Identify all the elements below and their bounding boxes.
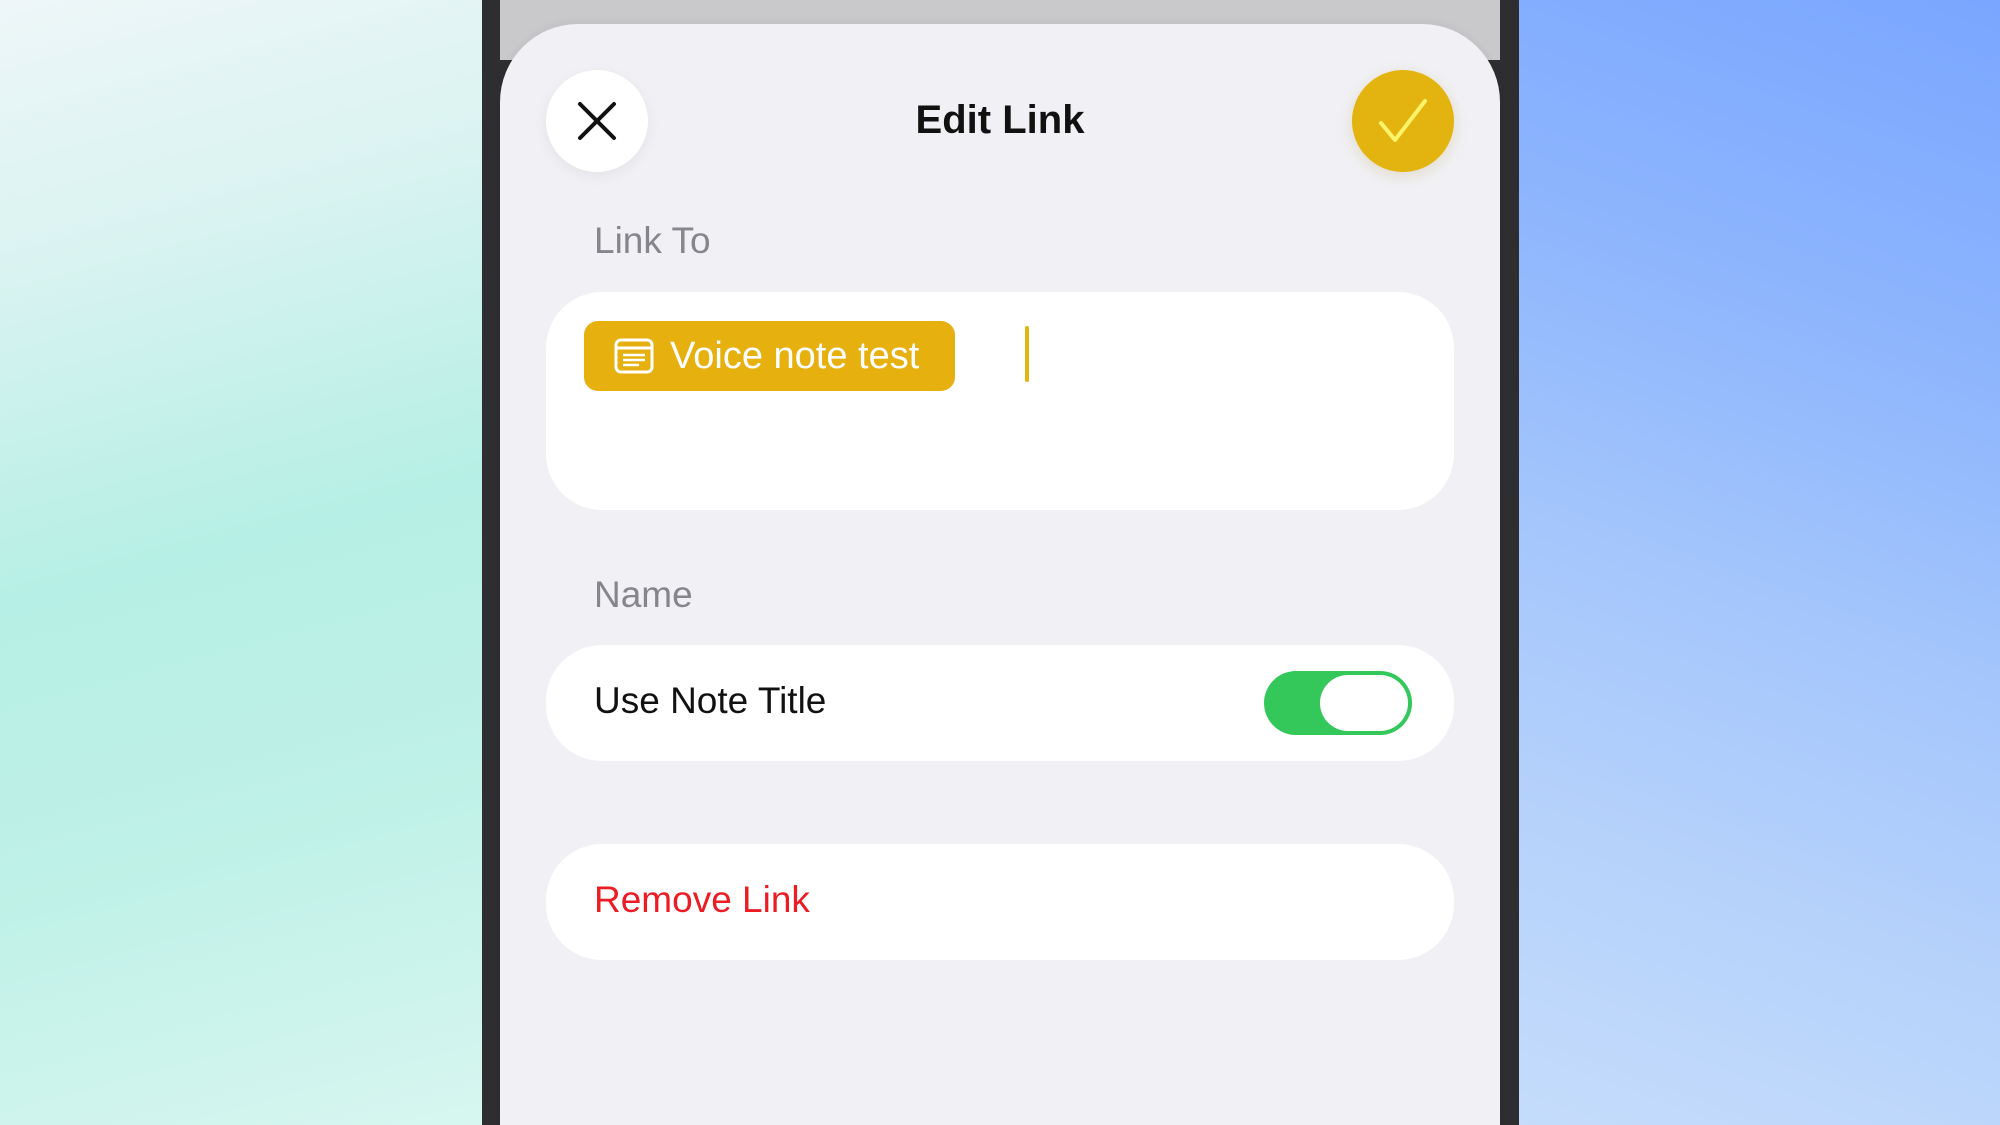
remove-link-button[interactable]: Remove Link xyxy=(546,844,1454,960)
name-label: Name xyxy=(594,574,693,615)
note-icon xyxy=(614,338,654,374)
wallpaper-right xyxy=(1519,0,2000,1125)
linked-note-title: Voice note test xyxy=(670,334,920,377)
link-to-field[interactable]: Voice note test xyxy=(546,292,1454,510)
sheet-title: Edit Link xyxy=(915,98,1085,142)
checkmark-icon xyxy=(1379,99,1427,142)
remove-link-label: Remove Link xyxy=(594,879,810,920)
use-note-title-toggle[interactable] xyxy=(1264,671,1412,735)
wallpaper-left xyxy=(0,0,482,1125)
done-button[interactable] xyxy=(1352,70,1454,172)
text-cursor xyxy=(1025,326,1029,382)
toggle-knob xyxy=(1320,675,1408,731)
use-note-title-row: Use Note Title xyxy=(546,645,1454,761)
background: Edit Link Link To Voice note test Name U… xyxy=(0,0,2000,1125)
edit-link-sheet: Edit Link Link To Voice note test Name U… xyxy=(500,24,1500,1125)
linked-note-chip[interactable]: Voice note test xyxy=(584,321,956,391)
use-note-title-label: Use Note Title xyxy=(594,680,827,721)
link-to-label: Link To xyxy=(594,220,711,261)
